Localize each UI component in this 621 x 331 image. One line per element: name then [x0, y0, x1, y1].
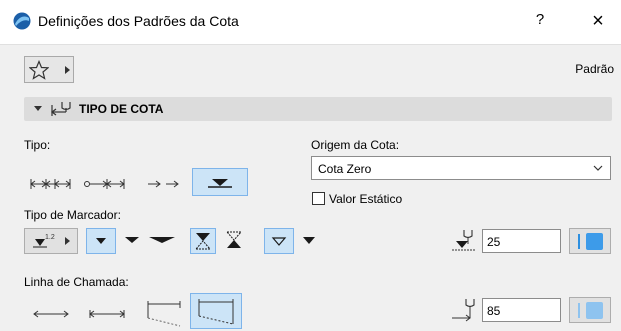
leader-extension-icon: [89, 310, 125, 318]
leader-dashed-alt-icon: [198, 299, 234, 325]
favorites-button[interactable]: [24, 56, 74, 83]
marker-pen-color-button[interactable]: [569, 228, 611, 254]
elevation-marker-icon: [208, 179, 232, 188]
leader-dashed-icon: [147, 301, 181, 327]
leader-pen-color-button[interactable]: [569, 297, 611, 323]
baseline-dimension-icon: [84, 179, 125, 189]
star-icon: [29, 60, 49, 80]
preset-label: Padrão: [575, 62, 614, 76]
marker-wide-button[interactable]: [146, 228, 178, 254]
leader-length-input[interactable]: 85: [482, 298, 561, 322]
leader-straight-icon: [33, 310, 69, 318]
marker-size-input[interactable]: 25: [482, 229, 561, 253]
origem-select[interactable]: Cota Zero: [311, 156, 611, 180]
triangle-down-wide-icon: [149, 237, 175, 243]
origem-label: Origem da Cota:: [311, 138, 400, 152]
chevron-down-icon: [593, 165, 603, 171]
leader-length-value: 85: [487, 304, 501, 318]
marcador-label: Tipo de Marcador:: [24, 208, 121, 222]
chamada-label: Linha de Chamada:: [24, 275, 129, 289]
collapse-caret-icon: [34, 106, 42, 111]
valor-estatico-label: Valor Estático: [329, 192, 403, 206]
pen-indicator-icon: [578, 234, 580, 249]
leader-dashed-selected-button[interactable]: [190, 293, 242, 329]
close-button[interactable]: ×: [585, 9, 611, 35]
pen-color-swatch: [586, 302, 603, 319]
pen-indicator-icon: [578, 303, 580, 318]
marker-preset-button[interactable]: 1.2: [24, 228, 78, 254]
triangle-down-filled-icon: [96, 238, 106, 244]
leader-extension-button[interactable]: [84, 296, 130, 324]
marker-medium-button[interactable]: [118, 228, 146, 254]
chain-dimension-icon: [30, 179, 71, 189]
triangle-down-filled-alt-icon: [303, 237, 315, 244]
marker-hourglass-button[interactable]: [190, 228, 216, 254]
archicad-app-icon: [13, 12, 31, 30]
marker-outline-button[interactable]: [264, 228, 294, 254]
hourglass-outline-icon: [225, 231, 243, 248]
svg-text:1.2: 1.2: [45, 234, 55, 241]
caret-right-icon: [65, 66, 70, 74]
section-title: TIPO DE COTA: [79, 102, 164, 116]
type-baseline-button[interactable]: [82, 172, 128, 196]
tipo-label: Tipo:: [24, 138, 51, 152]
leader-dashed-button[interactable]: [142, 296, 186, 328]
dimension-type-icon: [51, 102, 71, 116]
leader-straight-button[interactable]: [28, 296, 74, 324]
marker-filled-alt-button[interactable]: [296, 228, 322, 254]
origem-selected-value: Cota Zero: [318, 162, 372, 176]
type-arrows-button[interactable]: [144, 172, 184, 196]
arrows-dimension-icon: [148, 180, 179, 188]
marker-hourglass-alt-button[interactable]: [222, 228, 248, 254]
marker-size-icon: [452, 230, 476, 251]
marker-small-filled-button[interactable]: [86, 228, 116, 254]
hourglass-marker-icon: [194, 233, 212, 250]
marker-size-value: 25: [487, 235, 501, 249]
help-button[interactable]: ?: [528, 11, 552, 33]
triangle-down-outline-icon: [271, 237, 287, 246]
leader-length-icon: [452, 299, 475, 322]
valor-estatico-checkbox[interactable]: [312, 192, 325, 205]
type-chain-button[interactable]: [28, 172, 74, 196]
section-header-tipo-de-cota[interactable]: TIPO DE COTA: [24, 97, 612, 121]
triangle-down-medium-icon: [125, 237, 139, 243]
type-elevation-button[interactable]: [192, 168, 248, 196]
window-title: Definições dos Padrões da Cota: [38, 13, 239, 29]
marker-preset-icon: 1.2: [33, 234, 70, 248]
pen-color-swatch: [586, 233, 603, 250]
